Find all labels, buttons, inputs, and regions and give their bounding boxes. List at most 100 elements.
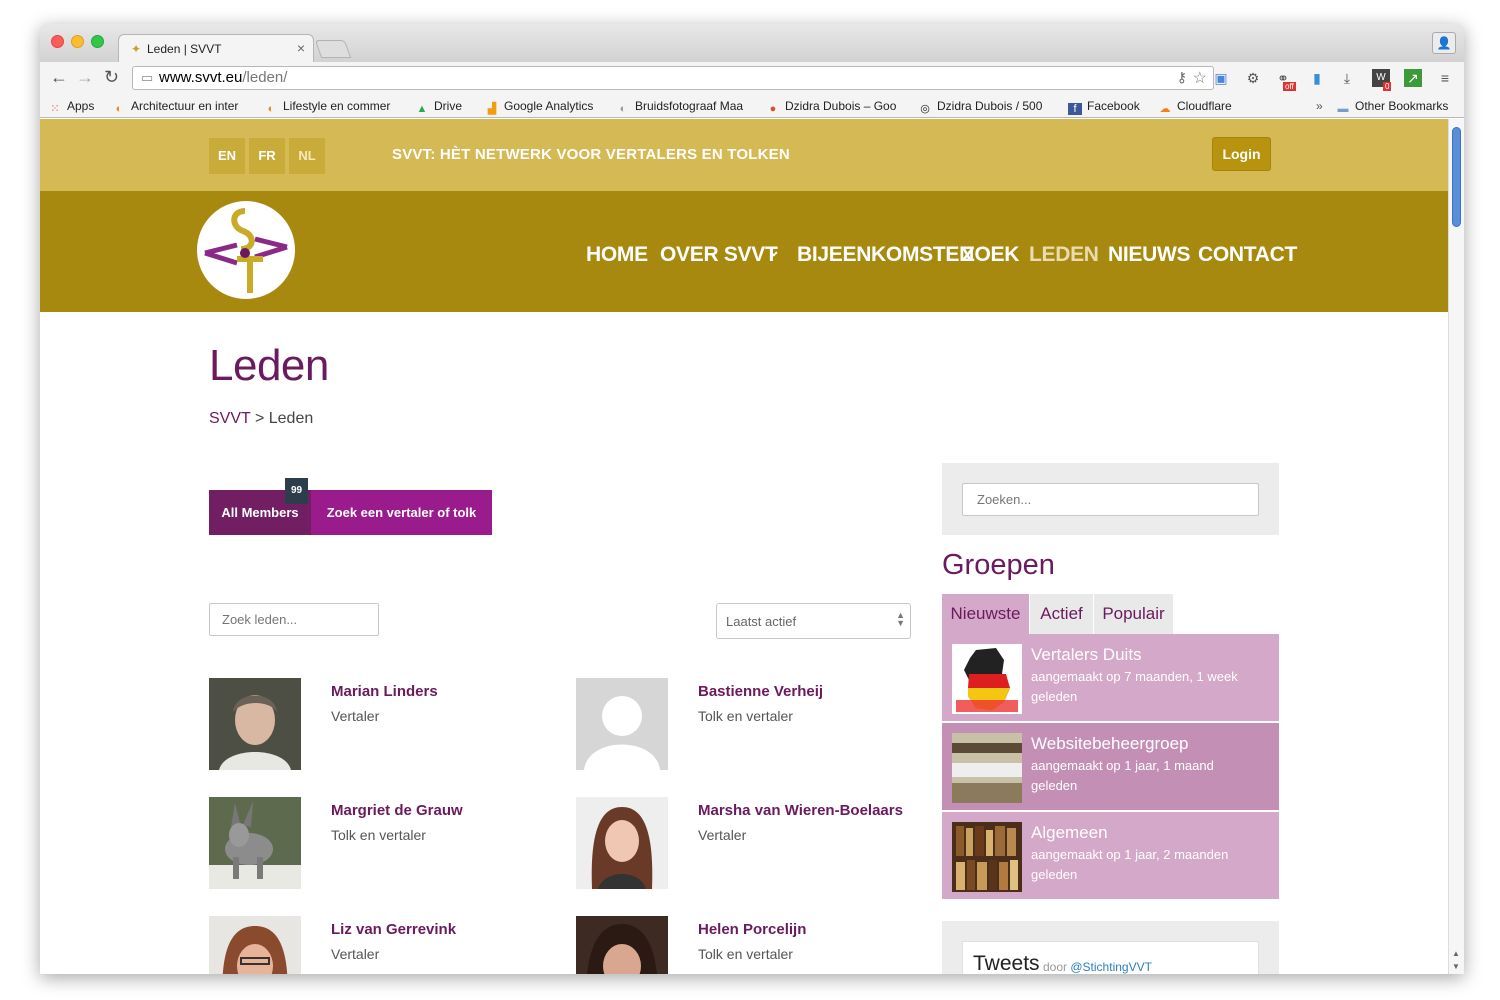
scroll-down-icon[interactable]: ▼ [1452, 962, 1460, 971]
bookmark-500px[interactable]: ◎ Dzidra Dubois / 500 [918, 99, 1054, 115]
tab-nieuwste[interactable]: Nieuwste [942, 594, 1029, 634]
extension-window-icon[interactable]: ▣ [1212, 69, 1230, 87]
forward-arrow-icon[interactable]: → [76, 67, 94, 88]
member-name-link[interactable]: Margriet de Grauw [331, 802, 463, 819]
books-image [952, 733, 1022, 803]
back-arrow-icon[interactable]: ← [50, 67, 68, 88]
bookmark-label: Dzidra Dubois – Goo [785, 99, 897, 113]
bookmark-label: Drive [434, 99, 463, 113]
new-tab-button[interactable] [314, 40, 352, 58]
lang-fr-button[interactable]: FR [249, 138, 285, 174]
reload-icon[interactable]: ↻ [104, 67, 119, 88]
other-bookmarks-label: Other Bookmarks [1355, 99, 1449, 113]
tab-actief[interactable]: Actief [1030, 594, 1093, 634]
member-card: Marsha van Wieren-Boelaars Vertaler [576, 797, 916, 889]
nav-bijeenkomsten[interactable]: BIJEENKOMSTEN [797, 243, 974, 267]
portrait-photo [209, 916, 301, 974]
nav-nieuws[interactable]: NIEUWS [1108, 243, 1191, 267]
nav-contact[interactable]: CONTACT [1198, 243, 1297, 267]
group-name-link[interactable]: Vertalers Duits [1031, 645, 1142, 665]
member-name-link[interactable]: Bastienne Verheij [698, 683, 823, 700]
menu-icon[interactable]: ≡ [1436, 69, 1454, 87]
close-window-button[interactable] [51, 35, 64, 48]
svvt-logo[interactable] [197, 201, 295, 299]
browser-window: ✦ Leden | SVVT × 👤 ← → ↻ ▭ www.svvt.eu/l… [40, 24, 1464, 974]
cloudflare-icon: ☁ [1159, 103, 1171, 115]
member-avatar[interactable] [209, 678, 301, 770]
group-name-link[interactable]: Algemeen [1031, 823, 1108, 843]
sidebar-search-box [942, 463, 1279, 535]
find-translator-tab[interactable]: Zoek een vertaler of tolk [311, 490, 492, 535]
member-name-link[interactable]: Marsha van Wieren-Boelaars [698, 802, 903, 819]
bookmark-facebook[interactable]: f Facebook [1068, 99, 1140, 115]
member-name-link[interactable]: Liz van Gerrevink [331, 921, 456, 938]
bookmark-google-analytics[interactable]: ▟ Google Analytics [485, 99, 594, 115]
bookmark-star-icon[interactable]: ☆ [1193, 68, 1207, 88]
key-icon[interactable]: ⚷ [1177, 69, 1187, 86]
bookmarks-overflow-button[interactable]: » [1316, 99, 1323, 113]
minimize-window-button[interactable] [71, 35, 84, 48]
extension-chart-icon[interactable]: ▮ [1308, 69, 1326, 87]
browser-tab[interactable]: ✦ Leden | SVVT × [118, 34, 314, 62]
site-search-input[interactable] [962, 483, 1259, 516]
nav-leden[interactable]: LEDEN [1029, 243, 1099, 267]
member-sort-select[interactable]: Laatst actief ▲ ▼ [716, 603, 911, 639]
url-path: /leden/ [242, 69, 288, 86]
bookmark-lifestyle[interactable]: ◐ Lifestyle en commer [264, 99, 400, 115]
page-scrollbar[interactable]: ▲ ▼ [1448, 119, 1464, 974]
breadcrumb: SVVT > Leden [209, 410, 313, 428]
lang-en-button[interactable]: EN [209, 138, 245, 174]
group-name-link[interactable]: Websitebeheergroep [1031, 734, 1189, 754]
bookmark-bruidsfotograaf[interactable]: ◐ Bruidsfotograaf Maa [616, 99, 752, 115]
member-avatar[interactable] [209, 916, 301, 974]
member-name-link[interactable]: Marian Linders [331, 683, 438, 700]
bookmark-architectuur[interactable]: ◐ Architectuur en inter [112, 99, 250, 115]
bookmark-apps[interactable]: ⁙ Apps [48, 99, 94, 115]
portrait-photo [576, 797, 668, 889]
bookmark-cloudflare[interactable]: ☁ Cloudflare [1158, 99, 1232, 115]
group-item[interactable]: Vertalers Duits aangemaakt op 7 maanden,… [942, 634, 1279, 722]
member-avatar[interactable] [576, 916, 668, 974]
extension-trend-icon[interactable]: ↗ [1404, 69, 1422, 87]
group-item[interactable]: Algemeen aangemaakt op 1 jaar, 2 maanden… [942, 812, 1279, 900]
close-tab-icon[interactable]: × [297, 40, 305, 56]
bookmark-label: Architectuur en inter [131, 99, 239, 113]
nav-home[interactable]: HOME [586, 243, 648, 267]
extension-settings-icon[interactable]: ⚙ [1244, 69, 1262, 87]
lang-nl-button[interactable]: NL [289, 138, 325, 174]
maximize-window-button[interactable] [91, 35, 104, 48]
group-item[interactable]: Websitebeheergroep aangemaakt op 1 jaar,… [942, 723, 1279, 811]
bookmark-drive[interactable]: ▲ Drive [415, 99, 462, 115]
google-plus-icon: ● [769, 103, 777, 115]
member-avatar[interactable] [576, 678, 668, 770]
apps-grid-icon: ⁙ [50, 103, 60, 115]
profile-icon[interactable]: 👤 [1432, 32, 1456, 54]
other-bookmarks-folder[interactable]: ▬ Other Bookmarks [1336, 99, 1449, 115]
chevron-down-icon[interactable]: ⌄ [767, 241, 780, 261]
login-button[interactable]: Login [1212, 137, 1271, 171]
tab-populair[interactable]: Populair [1094, 594, 1173, 634]
address-bar[interactable]: ▭ www.svvt.eu/leden/ ⚷ ☆ [132, 66, 1214, 90]
bookmark-google-plus[interactable]: ● Dzidra Dubois – Goo [766, 99, 904, 115]
tweets-title: Tweets [973, 952, 1040, 974]
tweets-by-label: door [1043, 960, 1068, 974]
scroll-up-icon[interactable]: ▲ [1452, 949, 1460, 958]
member-avatar[interactable] [209, 797, 301, 889]
group-thumbnail [952, 733, 1022, 803]
member-card: Margriet de Grauw Tolk en vertaler [209, 797, 549, 889]
group-meta: aangemaakt op 1 jaar, 1 maand geleden [1031, 758, 1214, 793]
extension-download-icon[interactable]: ⤓ [1338, 69, 1356, 87]
scrollbar-thumb[interactable] [1452, 127, 1461, 227]
member-name-link[interactable]: Helen Porcelijn [698, 921, 806, 938]
breadcrumb-home-link[interactable]: SVVT [209, 410, 251, 427]
member-avatar[interactable] [576, 797, 668, 889]
bookmark-label: Bruidsfotograaf Maa [635, 99, 744, 113]
main-navigation: HOME OVER SVVT ⌄ BIJEENKOMSTEN ZOEK LEDE… [40, 191, 1448, 312]
nav-over-svvt[interactable]: OVER SVVT [660, 243, 778, 267]
tweets-handle-link[interactable]: @StichtingVVT [1070, 960, 1152, 974]
member-search-input[interactable] [209, 603, 379, 636]
bookmark-label: Dzidra Dubois / 500 [937, 99, 1043, 113]
tweets-byline: door @StichtingVVT [1043, 960, 1152, 974]
nav-zoek[interactable]: ZOEK [962, 243, 1019, 267]
url-text: www.svvt.eu/leden/ [159, 69, 287, 86]
